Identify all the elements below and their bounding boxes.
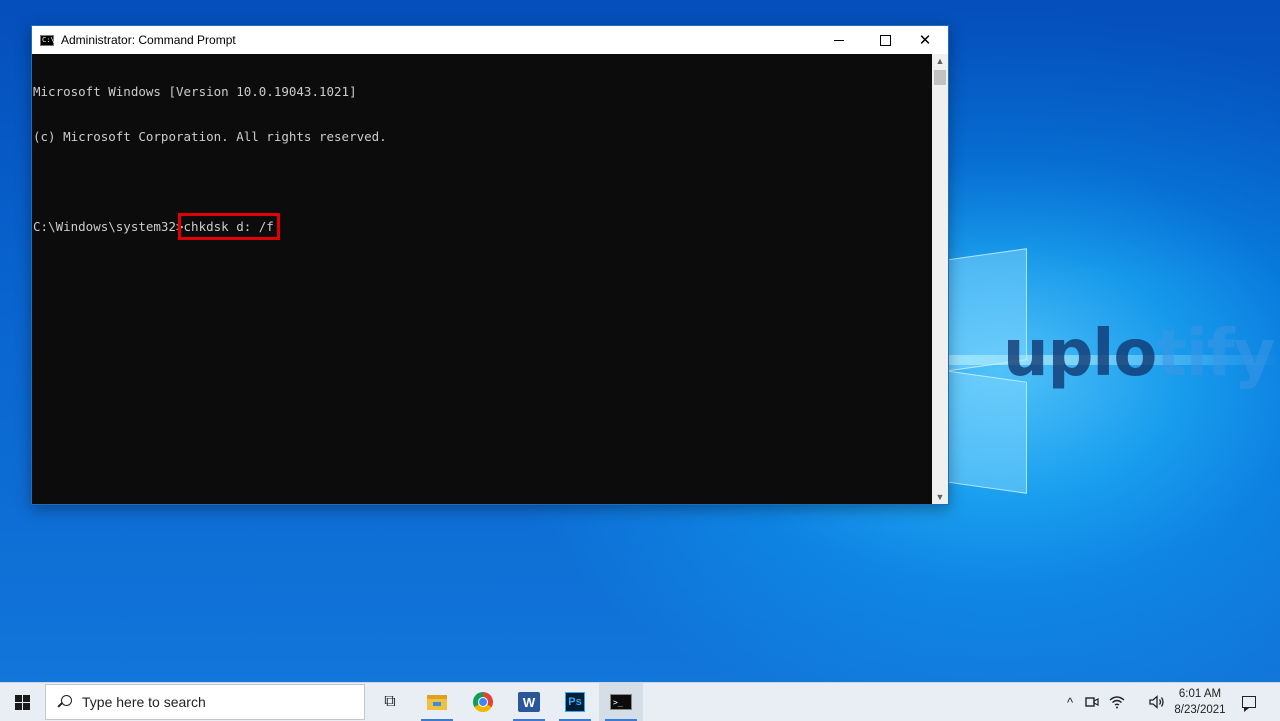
chrome-icon	[473, 692, 493, 712]
task-view-icon: ⧉	[384, 693, 396, 710]
console-prompt: C:\Windows\system32>	[33, 219, 184, 234]
taskbar-search-box[interactable]: Type here to search	[45, 684, 365, 720]
taskbar-file-explorer[interactable]	[415, 683, 459, 721]
scroll-down-arrow-icon[interactable]: ▼	[932, 490, 948, 504]
watermark-logo: uplotify	[1003, 322, 1275, 386]
console-output[interactable]: Microsoft Windows [Version 10.0.19043.10…	[32, 54, 932, 504]
taskbar-photoshop[interactable]: Ps	[553, 683, 597, 721]
minimize-button[interactable]	[816, 26, 862, 54]
window-titlebar[interactable]: C:\ Administrator: Command Prompt ✕	[32, 26, 948, 54]
volume-button[interactable]	[1146, 683, 1168, 721]
terminal-icon-glyph: >_	[613, 697, 623, 707]
show-hidden-icons-button[interactable]: ^	[1060, 683, 1080, 721]
chevron-up-icon: ^	[1066, 694, 1074, 710]
search-icon	[57, 695, 72, 709]
close-icon: ✕	[918, 30, 932, 49]
vertical-scrollbar[interactable]: ▲ ▼	[932, 54, 948, 504]
meet-now-button[interactable]	[1082, 683, 1102, 721]
highlighted-command: chkdsk d: /f	[177, 213, 280, 240]
scrollbar-thumb[interactable]	[934, 70, 946, 85]
taskbar: Type here to search ⧉ W Ps >_ ^ 6:01 AM …	[0, 682, 1280, 721]
taskbar-clock[interactable]: 6:01 AM 8/23/2021	[1168, 686, 1232, 720]
meet-now-icon	[1085, 697, 1099, 707]
start-button[interactable]	[0, 683, 45, 721]
volume-icon	[1149, 695, 1164, 709]
folder-icon	[427, 694, 447, 710]
taskbar-word[interactable]: W	[507, 683, 551, 721]
network-button[interactable]	[1106, 683, 1128, 721]
task-view-button[interactable]: ⧉	[375, 683, 405, 721]
word-icon: W	[518, 692, 540, 712]
close-button[interactable]: ✕	[902, 26, 948, 54]
console-line-copyright: (c) Microsoft Corporation. All rights re…	[33, 129, 387, 144]
terminal-icon: >_	[610, 694, 632, 710]
wifi-icon	[1109, 696, 1125, 709]
command-prompt-window[interactable]: C:\ Administrator: Command Prompt ✕ Micr…	[31, 25, 949, 505]
windows-start-icon	[15, 694, 30, 710]
ps-icon-glyph: Ps	[568, 696, 582, 708]
watermark-text-rest: tify	[1156, 317, 1275, 391]
taskbar-chrome[interactable]	[461, 683, 505, 721]
cmd-icon[interactable]: C:\	[40, 34, 55, 46]
word-icon-glyph: W	[522, 694, 536, 710]
console-line-version: Microsoft Windows [Version 10.0.19043.10…	[33, 84, 357, 99]
window-title: Administrator: Command Prompt	[61, 33, 236, 47]
cmd-icon-glyph: C:\	[42, 36, 55, 44]
clock-time: 6:01 AM	[1178, 688, 1222, 700]
photoshop-icon: Ps	[565, 692, 585, 712]
console-prompt-line: C:\Windows\system32>chkdsk d: /f	[32, 213, 932, 240]
clock-date: 8/23/2021	[1174, 704, 1226, 716]
maximize-icon	[879, 34, 891, 46]
watermark-text-main: uplo	[1003, 317, 1157, 391]
minimize-icon	[834, 39, 844, 41]
search-placeholder: Type here to search	[82, 694, 206, 710]
notification-center-button[interactable]	[1238, 683, 1260, 721]
notification-icon	[1242, 696, 1256, 712]
scroll-up-arrow-icon[interactable]: ▲	[932, 54, 948, 68]
taskbar-command-prompt[interactable]: >_	[599, 683, 643, 721]
